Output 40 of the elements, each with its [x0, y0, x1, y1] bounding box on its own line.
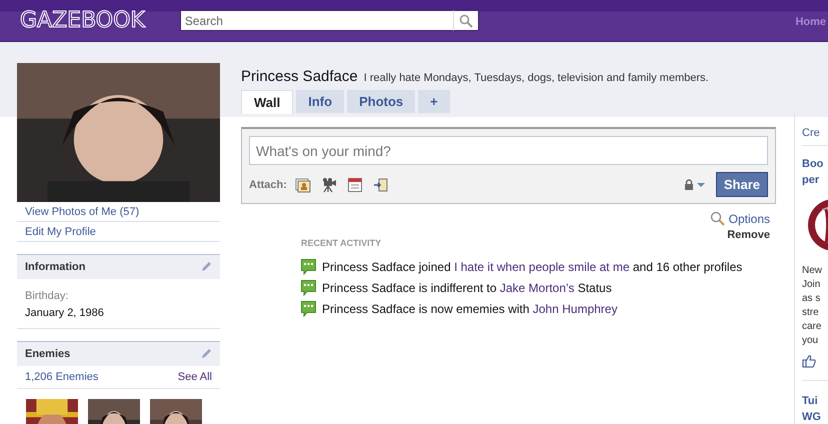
field-value: January 2, 1986 [17, 307, 220, 329]
remove-link[interactable]: Remove [727, 229, 770, 241]
tab[interactable]: Wall [241, 90, 294, 114]
speech-bubble-icon [301, 300, 316, 316]
calendar-icon[interactable] [346, 176, 363, 192]
profile-name: Princess Sadface [241, 68, 358, 85]
search-field[interactable]: Search [180, 10, 453, 31]
photo-icon[interactable] [294, 176, 311, 192]
section-heading: RECENT ACTIVITY [301, 238, 382, 248]
ad-text: New Join as s stre care you [802, 264, 824, 348]
ad-title[interactable]: Boo per [802, 156, 828, 188]
field-label: Birthday: [24, 289, 70, 304]
tab[interactable]: + [418, 90, 450, 113]
activity-link[interactable]: Jake Morton’s [500, 280, 574, 294]
status-text: I really hate Mondays, Tuesdays, dogs, television and family members. [364, 72, 709, 84]
search-button[interactable] [452, 10, 479, 31]
create-ad-link[interactable]: Cre [802, 127, 828, 146]
options-link[interactable]: Options [728, 212, 770, 226]
tab[interactable]: Photos [347, 90, 416, 113]
speech-bubble-icon [301, 258, 316, 274]
video-camera-icon[interactable] [320, 176, 337, 192]
share-button[interactable]: Share [716, 172, 768, 197]
activity-link[interactable]: John Humphrey [532, 302, 618, 316]
speech-bubble-icon [301, 280, 316, 296]
activity-text: Princess Sadface is now ememies with John Humphrey [322, 302, 618, 316]
thumbs-up-icon[interactable] [802, 354, 816, 368]
magnifier-icon[interactable] [710, 211, 726, 227]
share-link-icon[interactable] [372, 176, 389, 192]
section-title: Information [25, 261, 86, 273]
section-title: Enemies [25, 348, 70, 360]
activity-text: Princess Sadface is indifferent to Jake Morton’s Status [322, 280, 612, 294]
status-input[interactable]: What's on your mind? [249, 136, 768, 165]
attach-label: Attach: [249, 178, 287, 190]
activity-text: Princess Sadface joined I hate it when people smile at me and 16 other profiles [322, 260, 742, 274]
lock-dropdown-icon[interactable] [684, 178, 706, 190]
tab[interactable]: Info [296, 90, 344, 113]
see-all-link[interactable]: See All [178, 371, 212, 383]
ad-title[interactable]: Tui WG [802, 393, 828, 424]
enemies-count-link[interactable]: 1,206 Enemies [25, 371, 98, 383]
activity-link[interactable]: I hate it when people smile at me [454, 260, 630, 274]
